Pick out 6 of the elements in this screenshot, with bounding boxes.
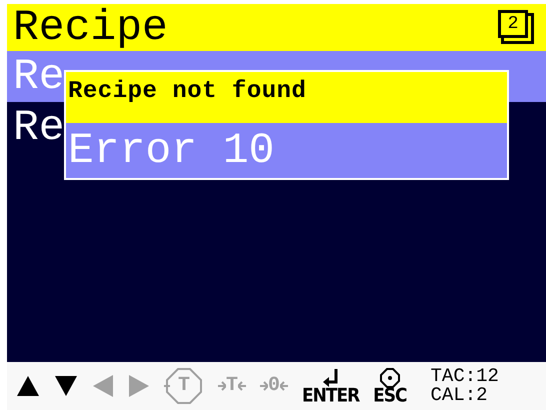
status-text: CAL:2 <box>430 386 489 405</box>
title-text: Recipe <box>13 6 168 49</box>
page-icon: 2 <box>498 10 536 46</box>
dialog-title: Recipe not found <box>68 80 306 107</box>
status-text: TAC:12 <box>430 367 499 386</box>
error-message: Error 10 <box>68 129 274 172</box>
